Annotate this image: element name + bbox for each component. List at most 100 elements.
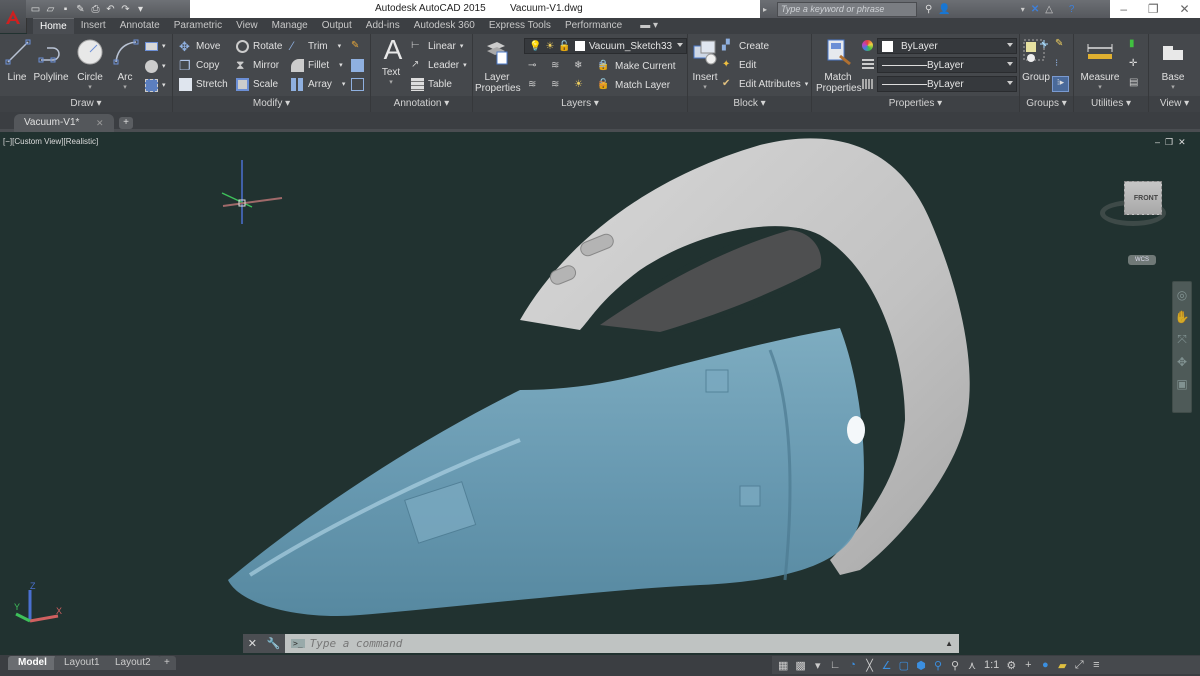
3d-object-snap-icon[interactable]: ⬢	[916, 659, 926, 672]
tab-layout1[interactable]: Layout1	[54, 656, 110, 670]
draw-panel-title[interactable]: Draw ▾	[0, 96, 172, 112]
customize-command-line-icon[interactable]: 🔧	[267, 637, 281, 650]
close-command-line-icon[interactable]: ✕	[248, 637, 257, 650]
group-edit-icon[interactable]: ⁝	[1055, 58, 1068, 71]
tab-express-tools[interactable]: Express Tools	[482, 18, 558, 34]
expand-icon[interactable]: ▸	[763, 5, 767, 14]
scale-button[interactable]: Scale	[236, 76, 278, 92]
plot-icon[interactable]: ⎙	[90, 4, 101, 15]
arc-button[interactable]: Arc ▾	[112, 38, 139, 91]
autoscale-icon[interactable]: ⚲	[950, 659, 960, 672]
modify-panel-title[interactable]: Modify ▾	[173, 96, 370, 112]
measure-button[interactable]: Measure ▾	[1076, 38, 1124, 91]
snap-dropdown-icon[interactable]: ▾	[813, 659, 823, 672]
zoom-extents-icon[interactable]: ⤧	[1173, 332, 1191, 347]
tab-model[interactable]: Model	[8, 656, 57, 670]
line-button[interactable]: Line	[4, 38, 31, 83]
linear-dimension-button[interactable]: ⊢ Linear ▾	[411, 38, 463, 54]
customization-menu-icon[interactable]: ≡	[1091, 659, 1101, 671]
layers-panel-title[interactable]: Layers ▾	[473, 96, 687, 112]
rotate-button[interactable]: Rotate	[236, 38, 282, 54]
open-icon[interactable]: ▱	[45, 4, 56, 15]
offset-button[interactable]	[351, 76, 364, 92]
viewcube-front-face[interactable]: FRONT	[1134, 195, 1158, 202]
point-style-icon[interactable]: ✛	[1129, 58, 1142, 71]
match-layer-button[interactable]: ≋ Match Layer	[598, 77, 670, 93]
insert-block-button[interactable]: Insert ▾	[690, 38, 720, 91]
hardware-acceleration-icon[interactable]: ▰	[1057, 659, 1067, 672]
viewport-restore-icon[interactable]: ❐	[1165, 137, 1173, 148]
wcs-menu[interactable]: WCS	[1128, 255, 1156, 265]
create-block-button[interactable]: ▞ Create	[722, 38, 769, 54]
annotation-panel-title[interactable]: Annotation ▾	[371, 96, 472, 112]
tab-view[interactable]: View	[229, 18, 265, 34]
workspace-gear-icon[interactable]: ⚙	[1006, 659, 1016, 672]
save-as-icon[interactable]: ✎	[75, 4, 86, 15]
circle-button[interactable]: Circle ▾	[75, 38, 105, 91]
view-panel-title[interactable]: View ▾	[1149, 96, 1200, 112]
make-current-button[interactable]: ≋ Make Current	[598, 58, 676, 74]
boundary-button[interactable]: ▾	[145, 77, 166, 93]
viewcube[interactable]: FRONT	[1124, 181, 1162, 215]
layer-previous-icon[interactable]: ≋	[528, 79, 541, 92]
command-prompt-icon[interactable]: >_	[291, 639, 305, 648]
tab-performance[interactable]: Performance	[558, 18, 629, 34]
rectangle-button[interactable]: ▾	[145, 38, 166, 54]
tab-manage[interactable]: Manage	[265, 18, 315, 34]
base-view-button[interactable]: Base ▾	[1159, 38, 1187, 91]
trim-button[interactable]: ⁄ Trim ▾	[291, 38, 341, 54]
object-snap-tracking-icon[interactable]: ∠	[882, 659, 892, 672]
tab-output[interactable]: Output	[315, 18, 359, 34]
viewport-controls-label[interactable]: [−][Custom View][Realistic]	[3, 137, 98, 146]
save-icon[interactable]: ▪	[60, 4, 71, 15]
utilities-panel-title[interactable]: Utilities ▾	[1074, 96, 1148, 112]
layer-freeze-icon[interactable]: ❄	[574, 60, 587, 73]
grid-icon[interactable]: ▩	[795, 659, 805, 672]
add-layout-button[interactable]: +	[158, 656, 176, 670]
annotation-visibility-icon[interactable]: ⚲	[933, 659, 943, 672]
groups-panel-title[interactable]: Groups ▾	[1020, 96, 1073, 112]
edit-attributes-button[interactable]: ✔ Edit Attributes ▾	[722, 76, 808, 92]
search-input[interactable]: Type a keyword or phrase	[777, 1, 918, 17]
group-button[interactable]: Group	[1022, 38, 1050, 83]
ribbon-minimize-button[interactable]: ▬ ▾	[633, 18, 665, 34]
calculator-icon[interactable]: ▤	[1129, 77, 1142, 90]
signin-dropdown-icon[interactable]: ▾	[1021, 5, 1025, 14]
help-icon[interactable]: ?	[1069, 4, 1075, 15]
edit-block-button[interactable]: ✦ Edit	[722, 57, 756, 73]
stretch-button[interactable]: Stretch	[179, 76, 228, 92]
new-tab-button[interactable]: +	[119, 117, 133, 129]
erase-button[interactable]: ✎	[351, 38, 364, 54]
fullscreen-icon[interactable]: ⤢	[1074, 659, 1084, 672]
isolate-objects-icon[interactable]: ●	[1040, 659, 1050, 671]
a360-icon[interactable]: △	[1045, 4, 1053, 15]
new-icon[interactable]: ▭	[30, 4, 41, 15]
undo-icon[interactable]: ↶	[105, 4, 116, 15]
linetype-dropdown[interactable]: ByLayer	[877, 76, 1017, 92]
ungroup-icon[interactable]: ✎	[1055, 38, 1068, 51]
layer-unisolate-icon[interactable]: ≋	[551, 79, 564, 92]
tab-parametric[interactable]: Parametric	[167, 18, 229, 34]
layer-properties-button[interactable]: Layer Properties	[475, 38, 521, 94]
model-space-icon[interactable]: ▦	[778, 659, 788, 672]
viewport-close-icon[interactable]: ✕	[1178, 137, 1186, 148]
color-dropdown[interactable]: ByLayer	[877, 38, 1017, 54]
viewport-minimize-icon[interactable]: –	[1155, 137, 1160, 148]
restore-icon[interactable]: ❐	[1148, 2, 1159, 16]
leader-button[interactable]: ↗ Leader ▾	[411, 57, 467, 73]
tab-add-ins[interactable]: Add-ins	[359, 18, 407, 34]
annotation-monitor-icon[interactable]: +	[1023, 659, 1033, 671]
ortho-icon[interactable]: ∟	[830, 659, 841, 671]
match-properties-button[interactable]: Match Properties	[816, 38, 862, 94]
tab-insert[interactable]: Insert	[74, 18, 113, 34]
tab-annotate[interactable]: Annotate	[113, 18, 167, 34]
polar-tracking-icon[interactable]: ◔	[848, 659, 858, 671]
block-panel-title[interactable]: Block ▾	[688, 96, 811, 112]
hatch-button[interactable]: ▾	[145, 58, 166, 74]
binoculars-icon[interactable]: ⚲	[925, 4, 932, 15]
layer-off-icon[interactable]: ⊸	[528, 60, 541, 73]
user-icon[interactable]: 👤	[938, 4, 950, 15]
tab-home[interactable]: Home	[33, 18, 74, 34]
explode-button[interactable]	[351, 57, 364, 73]
move-button[interactable]: ✥ Move	[179, 38, 220, 54]
